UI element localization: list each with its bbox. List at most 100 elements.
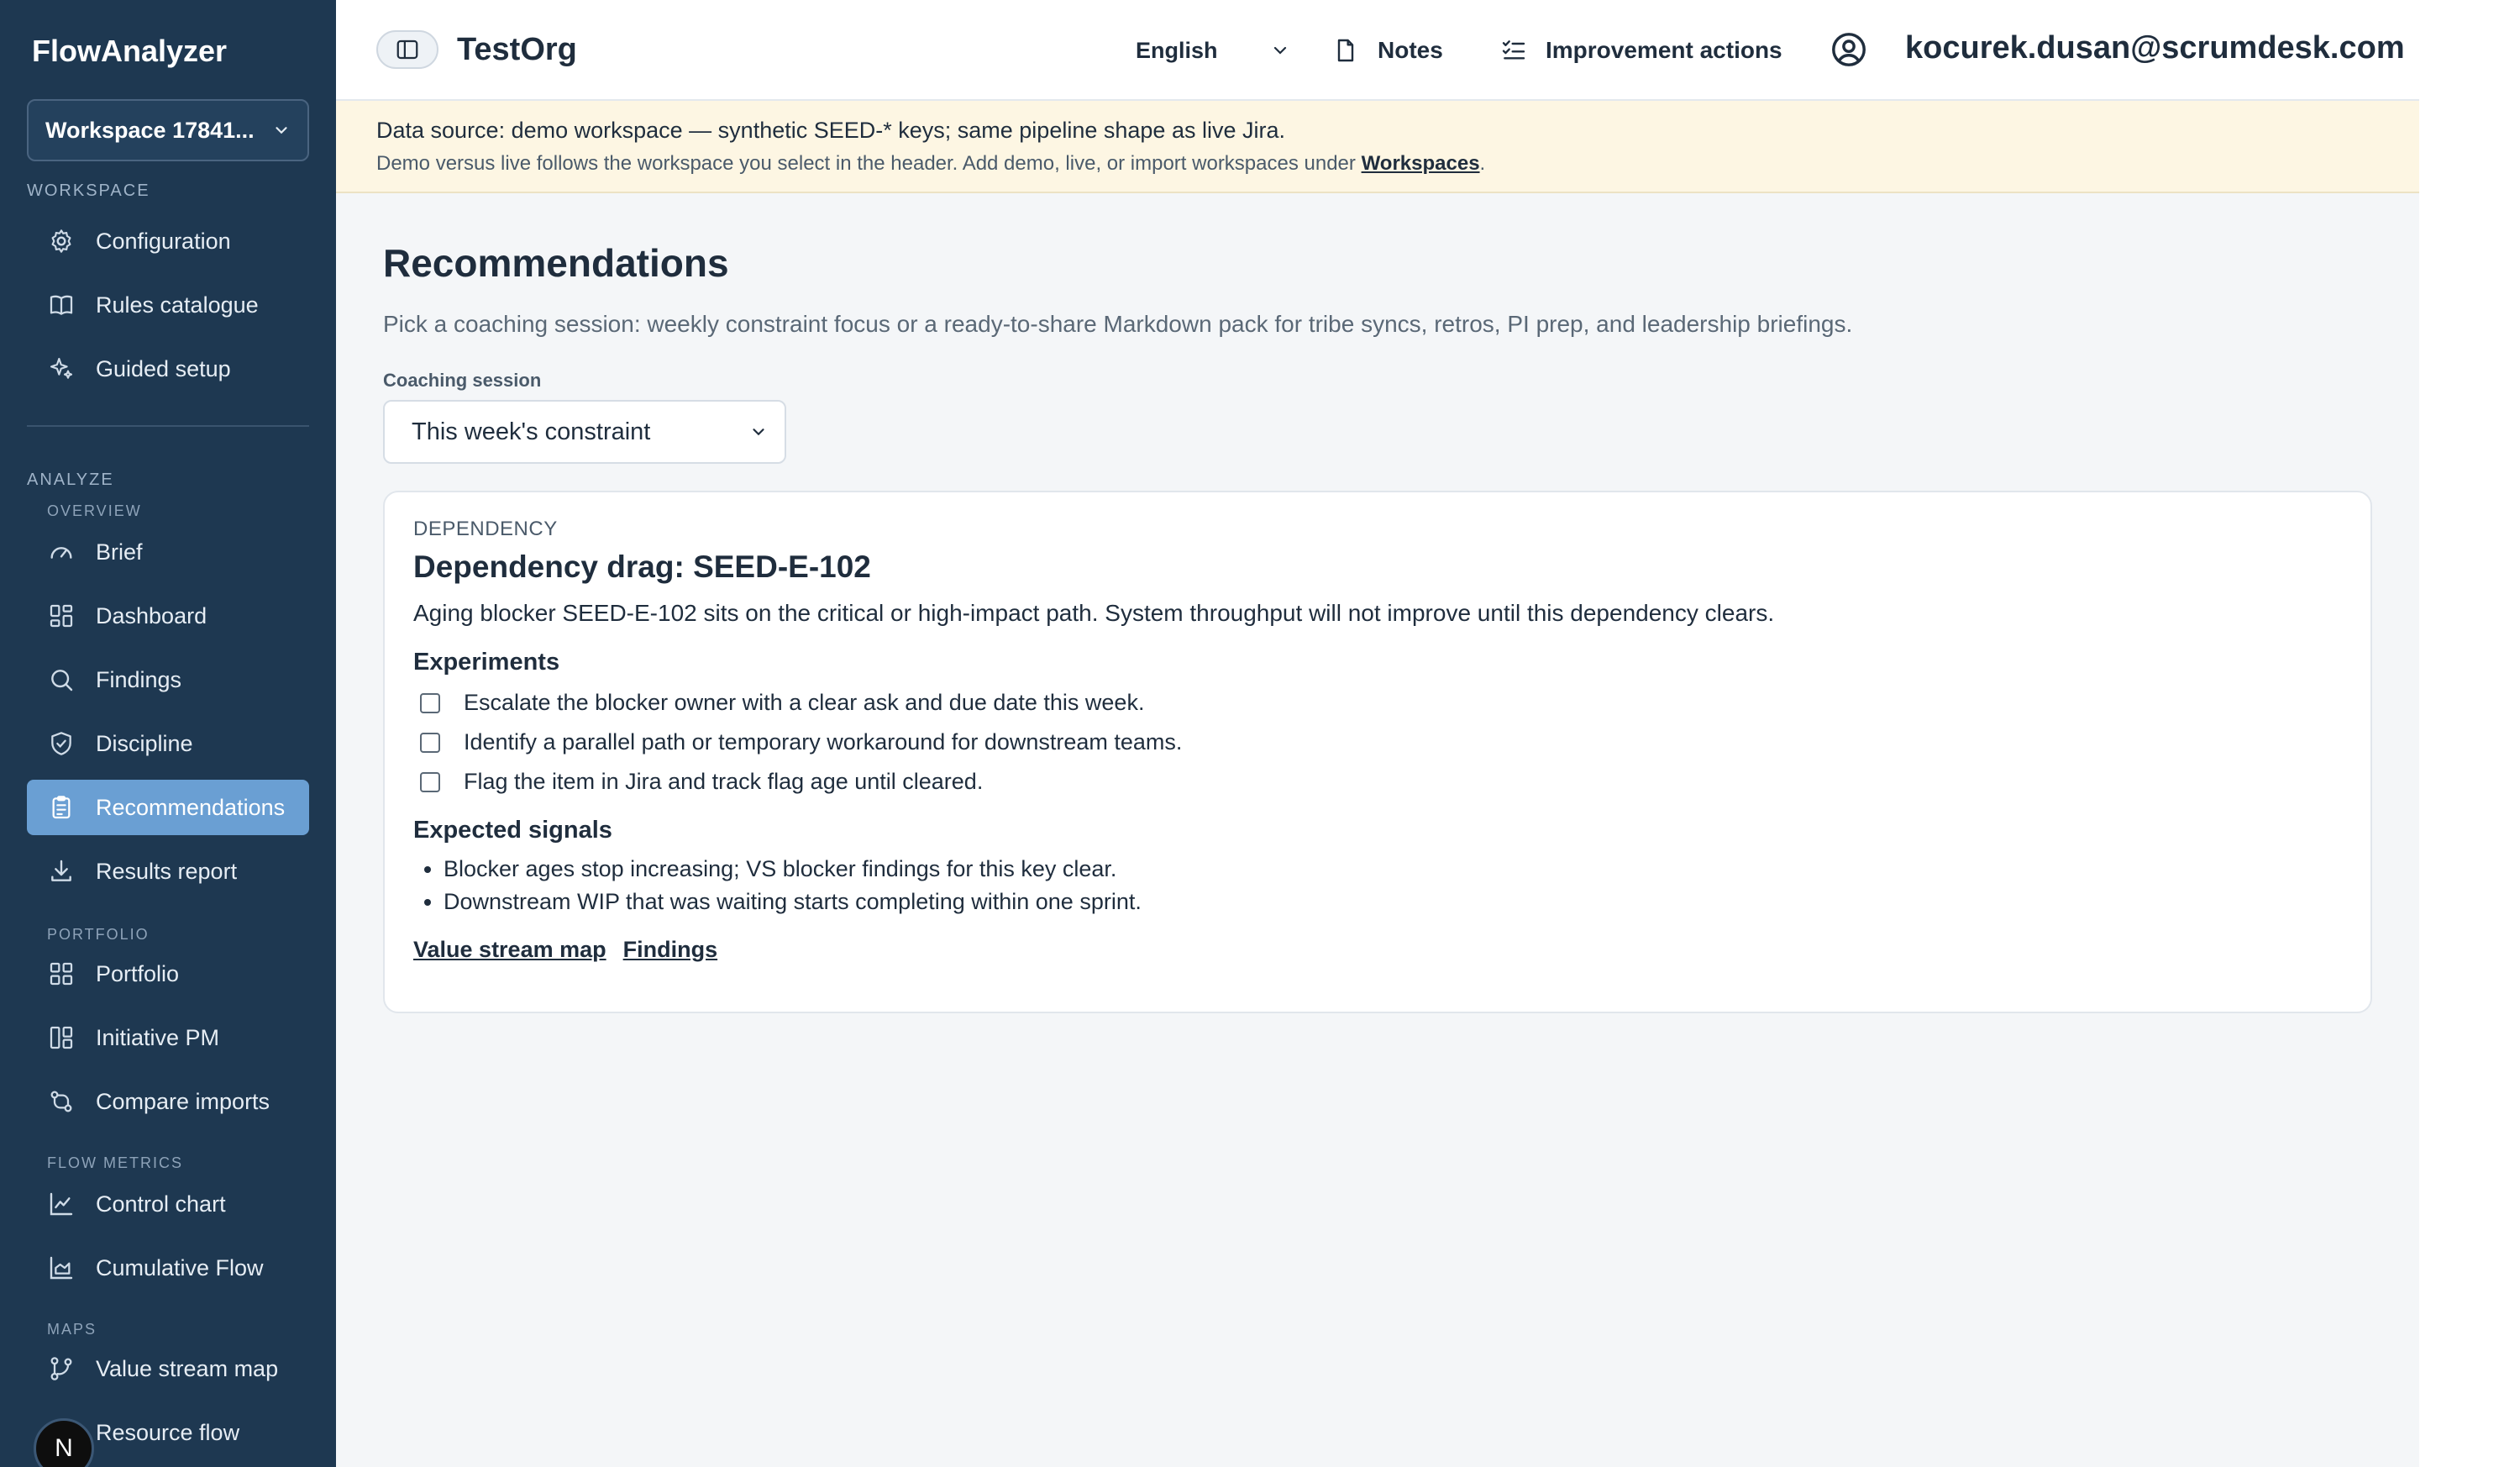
git-branch-icon xyxy=(47,1354,76,1383)
sidebar-item-label: Value stream map xyxy=(96,1355,279,1381)
banner-line-2-text: Demo versus live follows the workspace y… xyxy=(376,152,1362,175)
chevron-down-icon xyxy=(1273,46,1287,55)
improvement-actions-label: Improvement actions xyxy=(1546,37,1782,63)
grid-icon xyxy=(47,960,76,988)
sidebar-item-guided-setup[interactable]: Guided setup xyxy=(27,341,309,397)
chevron-down-icon xyxy=(753,429,764,436)
language-select[interactable]: English xyxy=(1129,25,1297,76)
sidebar-item-compare-imports[interactable]: Compare imports xyxy=(27,1074,309,1129)
gauge-icon xyxy=(47,538,76,566)
experiment-checkbox[interactable] xyxy=(420,732,440,753)
workspaces-link[interactable]: Workspaces xyxy=(1362,152,1480,175)
git-compare-icon xyxy=(47,1087,76,1116)
experiment-item: Escalate the blocker owner with a clear … xyxy=(413,690,2342,716)
notes-button-label: Notes xyxy=(1378,37,1443,63)
sidebar-item-label: Discipline xyxy=(96,730,193,756)
experiment-text: Identify a parallel path or temporary wo… xyxy=(464,729,1183,755)
sidebar-item-brief[interactable]: Brief xyxy=(27,524,309,580)
sidebar-item-label: Compare imports xyxy=(96,1088,270,1114)
sidebar-item-label: Resource flow xyxy=(96,1419,240,1445)
sidebar-toggle-button[interactable] xyxy=(376,30,438,69)
experiments-heading: Experiments xyxy=(413,649,560,676)
experiment-item: Flag the item in Jira and track flag age… xyxy=(413,769,2342,795)
coaching-session-select[interactable]: This week's constraint xyxy=(383,400,786,464)
right-edge-area xyxy=(2419,0,2520,1467)
section-label-flow-metrics: FLOW METRICS xyxy=(47,1154,183,1171)
shield-check-icon xyxy=(47,729,76,758)
sidebar-item-initiative-pm[interactable]: Initiative PM xyxy=(27,1010,309,1065)
sparkles-icon xyxy=(47,355,76,383)
sidebar-item-label: Results report xyxy=(96,858,238,884)
app-brand: FlowAnalyzer xyxy=(32,34,228,68)
workspace-select[interactable]: Workspace 17841... xyxy=(27,99,309,161)
line-chart-icon xyxy=(47,1190,76,1218)
search-icon xyxy=(47,665,76,694)
panel-left-icon xyxy=(396,39,418,60)
experiment-checkbox[interactable] xyxy=(420,771,440,792)
user-email[interactable]: kocurek.dusan@scrumdesk.com xyxy=(1905,30,2405,66)
findings-link[interactable]: Findings xyxy=(623,937,717,963)
sidebar-divider xyxy=(27,425,309,427)
card-links: Value stream map Findings xyxy=(413,937,2342,963)
user-circle-icon[interactable] xyxy=(1830,30,1868,73)
page-title: Recommendations xyxy=(383,241,729,285)
banner-line-1: Data source: demo workspace — synthetic … xyxy=(376,118,1285,143)
improvement-actions-button[interactable]: Improvement actions xyxy=(1500,25,1782,76)
sidebar-item-dashboard[interactable]: Dashboard xyxy=(27,588,309,644)
sidebar-item-label: Brief xyxy=(96,539,143,565)
sidebar-item-value-stream-map[interactable]: Value stream map xyxy=(27,1341,309,1396)
experiment-item: Identify a parallel path or temporary wo… xyxy=(413,729,2342,755)
sidebar-item-label: Findings xyxy=(96,666,182,692)
coaching-session-label: Coaching session xyxy=(383,370,542,391)
language-select-value: English xyxy=(1136,37,1218,63)
clipboard-list-icon xyxy=(47,793,76,822)
org-title: TestOrg xyxy=(457,32,577,67)
banner-line-2: Demo versus live follows the workspace y… xyxy=(376,152,2379,176)
gear-icon xyxy=(47,227,76,255)
sidebar-item-label: Recommendations xyxy=(96,794,286,820)
sidebar-item-label: Cumulative Flow xyxy=(96,1254,264,1280)
section-label-maps: MAPS xyxy=(47,1321,97,1338)
experiment-checkbox[interactable] xyxy=(420,692,440,713)
sidebar-item-label: Control chart xyxy=(96,1191,226,1217)
layout-icon xyxy=(47,1023,76,1052)
sidebar-item-label: Initiative PM xyxy=(96,1024,220,1050)
area-chart-icon xyxy=(47,1254,76,1282)
dashboard-grid-icon xyxy=(47,602,76,630)
section-label-portfolio: PORTFOLIO xyxy=(47,926,150,943)
chevron-down-icon xyxy=(276,127,287,134)
sidebar-item-recommendations[interactable]: Recommendations xyxy=(27,780,309,835)
experiment-text: Flag the item in Jira and track flag age… xyxy=(464,769,984,794)
sidebar-item-control-chart[interactable]: Control chart xyxy=(27,1176,309,1232)
sidebar-item-label: Rules catalogue xyxy=(96,292,259,318)
sidebar-item-discipline[interactable]: Discipline xyxy=(27,716,309,771)
sidebar-item-configuration[interactable]: Configuration xyxy=(27,213,309,269)
value-stream-map-link[interactable]: Value stream map xyxy=(413,937,606,963)
sidebar-item-results-report[interactable]: Results report xyxy=(27,844,309,899)
data-source-banner: Data source: demo workspace — synthetic … xyxy=(336,101,2419,193)
sidebar-item-portfolio[interactable]: Portfolio xyxy=(27,946,309,1002)
list-checks-icon xyxy=(1502,40,1525,60)
banner-line-2-suffix: . xyxy=(1479,152,1486,175)
signals-list: Blocker ages stop increasing; VS blocker… xyxy=(413,856,2342,915)
book-icon xyxy=(47,291,76,319)
sidebar-item-rules-catalogue[interactable]: Rules catalogue xyxy=(27,277,309,333)
page-description: Pick a coaching session: weekly constrai… xyxy=(383,311,1853,337)
experiment-text: Escalate the blocker owner with a clear … xyxy=(464,690,1145,715)
recommendation-body: Aging blocker SEED-E-102 sits on the cri… xyxy=(413,600,1775,626)
sidebar-item-findings[interactable]: Findings xyxy=(27,652,309,707)
sidebar-item-label: Configuration xyxy=(96,228,231,254)
section-label-analyze: ANALYZE xyxy=(27,471,114,489)
sidebar-item-label: Dashboard xyxy=(96,602,207,628)
sidebar-item-cumulative-flow[interactable]: Cumulative Flow xyxy=(27,1240,309,1296)
recommendation-title: Dependency drag: SEED-E-102 xyxy=(413,549,871,584)
recommendation-card: DEPENDENCY Dependency drag: SEED-E-102 A… xyxy=(383,491,2372,1013)
recommendation-category: DEPENDENCY xyxy=(413,518,558,540)
signal-item: Blocker ages stop increasing; VS blocker… xyxy=(444,856,2342,882)
top-header: TestOrg English Notes Improvement action… xyxy=(336,0,2419,101)
file-icon xyxy=(1337,39,1354,62)
notes-button[interactable]: Notes xyxy=(1332,25,1443,76)
signal-item: Downstream WIP that was waiting starts c… xyxy=(444,889,2342,915)
download-icon xyxy=(47,857,76,886)
sidebar-item-label: Guided setup xyxy=(96,355,231,381)
